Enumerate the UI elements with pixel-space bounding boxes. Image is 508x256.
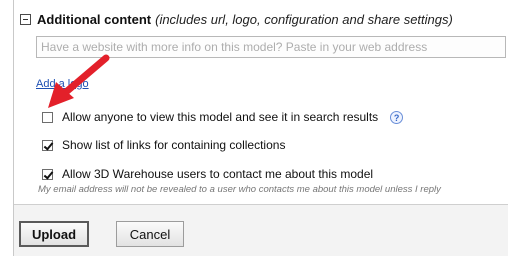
option-collection-links[interactable]: Show list of links for containing collec… <box>42 138 285 152</box>
contact-privacy-note: My email address will not be revealed to… <box>38 184 441 195</box>
option-label: Allow anyone to view this model and see … <box>62 110 379 124</box>
option-public-visibility[interactable]: Allow anyone to view this model and see … <box>42 110 404 124</box>
option-label: Show list of links for containing collec… <box>62 138 286 152</box>
cancel-button[interactable]: Cancel <box>116 221 184 247</box>
public-visibility-checkbox[interactable] <box>42 111 53 123</box>
add-logo-link[interactable]: Add a logo <box>36 78 89 90</box>
upload-button[interactable]: Upload <box>19 221 89 247</box>
collection-links-checkbox[interactable] <box>42 139 53 151</box>
help-icon[interactable]: ? <box>390 110 404 124</box>
option-label: Allow 3D Warehouse users to contact me a… <box>62 167 374 181</box>
additional-content-header[interactable]: Additional content (includes url, logo, … <box>20 11 453 27</box>
website-url-input[interactable] <box>36 36 506 58</box>
option-allow-contact[interactable]: Allow 3D Warehouse users to contact me a… <box>42 167 373 181</box>
allow-contact-checkbox[interactable] <box>42 168 53 180</box>
section-hint: (includes url, logo, configuration and s… <box>155 11 453 27</box>
section-title: Additional content <box>37 11 152 27</box>
collapse-toggle-icon[interactable] <box>20 13 31 25</box>
